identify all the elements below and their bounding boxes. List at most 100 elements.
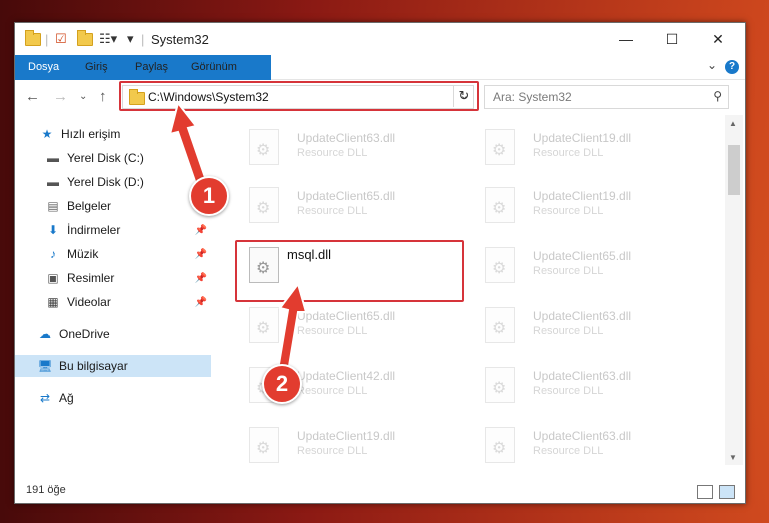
sidebar-item-documents[interactable]: ▤ Belgeler <box>15 195 211 217</box>
recent-locations-icon[interactable]: ⌄ <box>79 91 87 102</box>
separator: | <box>45 31 49 47</box>
file-name: UpdateClient63.dll <box>533 429 632 443</box>
scroll-down-icon[interactable]: ▼ <box>729 453 737 462</box>
cloud-icon: ☁ <box>39 327 51 341</box>
file-type: Resource DLL <box>297 385 368 397</box>
sidebar-item-network[interactable]: ⇄ Ağ <box>15 387 211 409</box>
sidebar-item-quick-access[interactable]: ★ Hızlı erişim <box>15 123 211 145</box>
file-type: Resource DLL <box>297 205 368 217</box>
video-icon: ▦ <box>47 295 59 309</box>
list-item[interactable]: UpdateClient19.dll Resource DLL <box>471 179 701 229</box>
scroll-up-icon[interactable]: ▲ <box>729 119 737 128</box>
sidebar-item-label: Yerel Disk (C:) <box>67 151 144 165</box>
list-item[interactable]: UpdateClient63.dll Resource DLL <box>471 299 701 349</box>
tab-home[interactable]: Giriş <box>85 55 108 79</box>
list-item[interactable]: UpdateClient19.dll Resource DLL <box>235 419 465 465</box>
pin-icon[interactable]: 📌 <box>195 297 207 308</box>
sidebar-item-label: Hızlı erişim <box>61 127 121 141</box>
vertical-scrollbar[interactable]: ▲ ▼ <box>725 115 743 465</box>
search-placeholder: Ara: System32 <box>493 90 572 104</box>
search-input[interactable]: Ara: System32 ⚲ <box>484 85 729 109</box>
folder-icon <box>25 29 41 47</box>
file-type: Resource DLL <box>533 265 604 277</box>
dll-file-icon <box>485 367 515 403</box>
title-bar: | ☑ ☷▾ ▾ | System32 — ☐ ✕ <box>15 23 745 55</box>
list-item[interactable]: UpdateClient65.dll Resource DLL <box>235 299 465 349</box>
explorer-window: | ☑ ☷▾ ▾ | System32 — ☐ ✕ Dosya Giriş Pa… <box>14 22 746 504</box>
file-name: UpdateClient19.dll <box>533 131 632 145</box>
address-highlight-box <box>119 81 479 111</box>
sidebar-item-label: Müzik <box>67 247 99 261</box>
star-icon: ★ <box>41 127 53 141</box>
minimize-button[interactable]: — <box>603 23 649 55</box>
file-name: UpdateClient65.dll <box>533 249 632 263</box>
pin-icon[interactable]: 📌 <box>195 249 207 260</box>
sidebar-item-this-pc[interactable]: 🖥 Bu bilgisayar <box>15 355 211 377</box>
up-arrow-icon[interactable]: ↑ <box>99 88 107 105</box>
sidebar-item-downloads[interactable]: ⬇ İndirmeler 📌 <box>15 219 211 241</box>
file-type: Resource DLL <box>297 147 368 159</box>
sidebar-item-label: İndirmeler <box>67 223 121 237</box>
separator: | <box>141 31 145 47</box>
dll-file-icon <box>249 187 279 223</box>
sidebar-item-videos[interactable]: ▦ Videolar 📌 <box>15 291 211 313</box>
step-badge-1: 1 <box>189 176 229 216</box>
status-bar: 191 öğe <box>15 479 745 503</box>
help-icon[interactable]: ? <box>725 60 739 74</box>
sidebar-item-pictures[interactable]: ▣ Resimler 📌 <box>15 267 211 289</box>
dll-file-icon <box>249 307 279 343</box>
file-type: Resource DLL <box>533 385 604 397</box>
list-item[interactable]: UpdateClient63.dll Resource DLL <box>471 359 701 409</box>
list-item[interactable]: UpdateClient19.dll Resource DLL <box>471 121 701 171</box>
scrollbar-thumb[interactable] <box>728 145 740 195</box>
file-name: UpdateClient63.dll <box>533 369 632 383</box>
file-highlight-box <box>235 240 464 302</box>
list-item[interactable]: UpdateClient65.dll Resource DLL <box>471 239 701 289</box>
dll-file-icon <box>485 187 515 223</box>
item-count: 191 öğe <box>26 484 66 496</box>
sidebar-item-disk-c[interactable]: ▬ Yerel Disk (C:) <box>15 147 211 169</box>
back-arrow-icon[interactable]: ← <box>25 88 40 105</box>
pin-icon[interactable]: 📌 <box>195 273 207 284</box>
large-icons-view-icon[interactable] <box>719 485 735 499</box>
file-name: UpdateClient19.dll <box>297 429 396 443</box>
file-name: UpdateClient63.dll <box>533 309 632 323</box>
file-name: UpdateClient65.dll <box>297 189 396 203</box>
file-name: UpdateClient42.dll <box>297 369 396 383</box>
network-icon: ⇄ <box>39 391 51 405</box>
list-item[interactable]: UpdateClient63.dll Resource DLL <box>471 419 701 465</box>
file-name: UpdateClient63.dll <box>297 131 396 145</box>
tab-view[interactable]: Görünüm <box>191 55 237 79</box>
sidebar-item-onedrive[interactable]: ☁ OneDrive <box>15 323 211 345</box>
file-type: Resource DLL <box>297 445 368 457</box>
customize-toolbar-icon[interactable]: ▾ <box>127 31 134 47</box>
navigation-pane: ★ Hızlı erişim ▬ Yerel Disk (C:) ▬ Yerel… <box>15 115 211 465</box>
sidebar-item-label: Yerel Disk (D:) <box>67 175 144 189</box>
details-view-icon[interactable] <box>697 485 713 499</box>
maximize-button[interactable]: ☐ <box>649 23 695 55</box>
properties-icon[interactable]: ☑ <box>55 31 67 47</box>
sidebar-item-label: Belgeler <box>67 199 112 213</box>
computer-icon: 🖥 <box>37 359 53 373</box>
file-name: UpdateClient19.dll <box>533 189 632 203</box>
new-folder-icon[interactable] <box>77 29 93 47</box>
list-item[interactable]: UpdateClient65.dll Resource DLL <box>235 179 465 229</box>
view-options-icon[interactable]: ☷▾ <box>99 31 117 47</box>
dll-file-icon <box>485 129 515 165</box>
ribbon-tabs: Dosya Giriş Paylaş Görünüm ⌄ ? <box>15 55 745 105</box>
search-icon: ⚲ <box>713 89 722 103</box>
list-item[interactable]: UpdateClient63.dll Resource DLL <box>235 121 465 171</box>
music-icon: ♪ <box>50 247 56 261</box>
forward-arrow-icon[interactable]: → <box>53 88 68 105</box>
chevron-down-icon[interactable]: ⌄ <box>707 58 717 72</box>
sidebar-item-label: Bu bilgisayar <box>59 359 128 373</box>
sidebar-item-label: Ağ <box>59 391 74 405</box>
file-name: UpdateClient65.dll <box>297 309 396 323</box>
sidebar-item-music[interactable]: ♪ Müzik 📌 <box>15 243 211 265</box>
tab-share[interactable]: Paylaş <box>135 55 168 79</box>
window-title: System32 <box>151 32 209 47</box>
sidebar-item-label: Videolar <box>67 295 111 309</box>
pin-icon[interactable]: 📌 <box>195 225 207 236</box>
sidebar-item-disk-d[interactable]: ▬ Yerel Disk (D:) <box>15 171 211 193</box>
close-button[interactable]: ✕ <box>695 23 741 55</box>
